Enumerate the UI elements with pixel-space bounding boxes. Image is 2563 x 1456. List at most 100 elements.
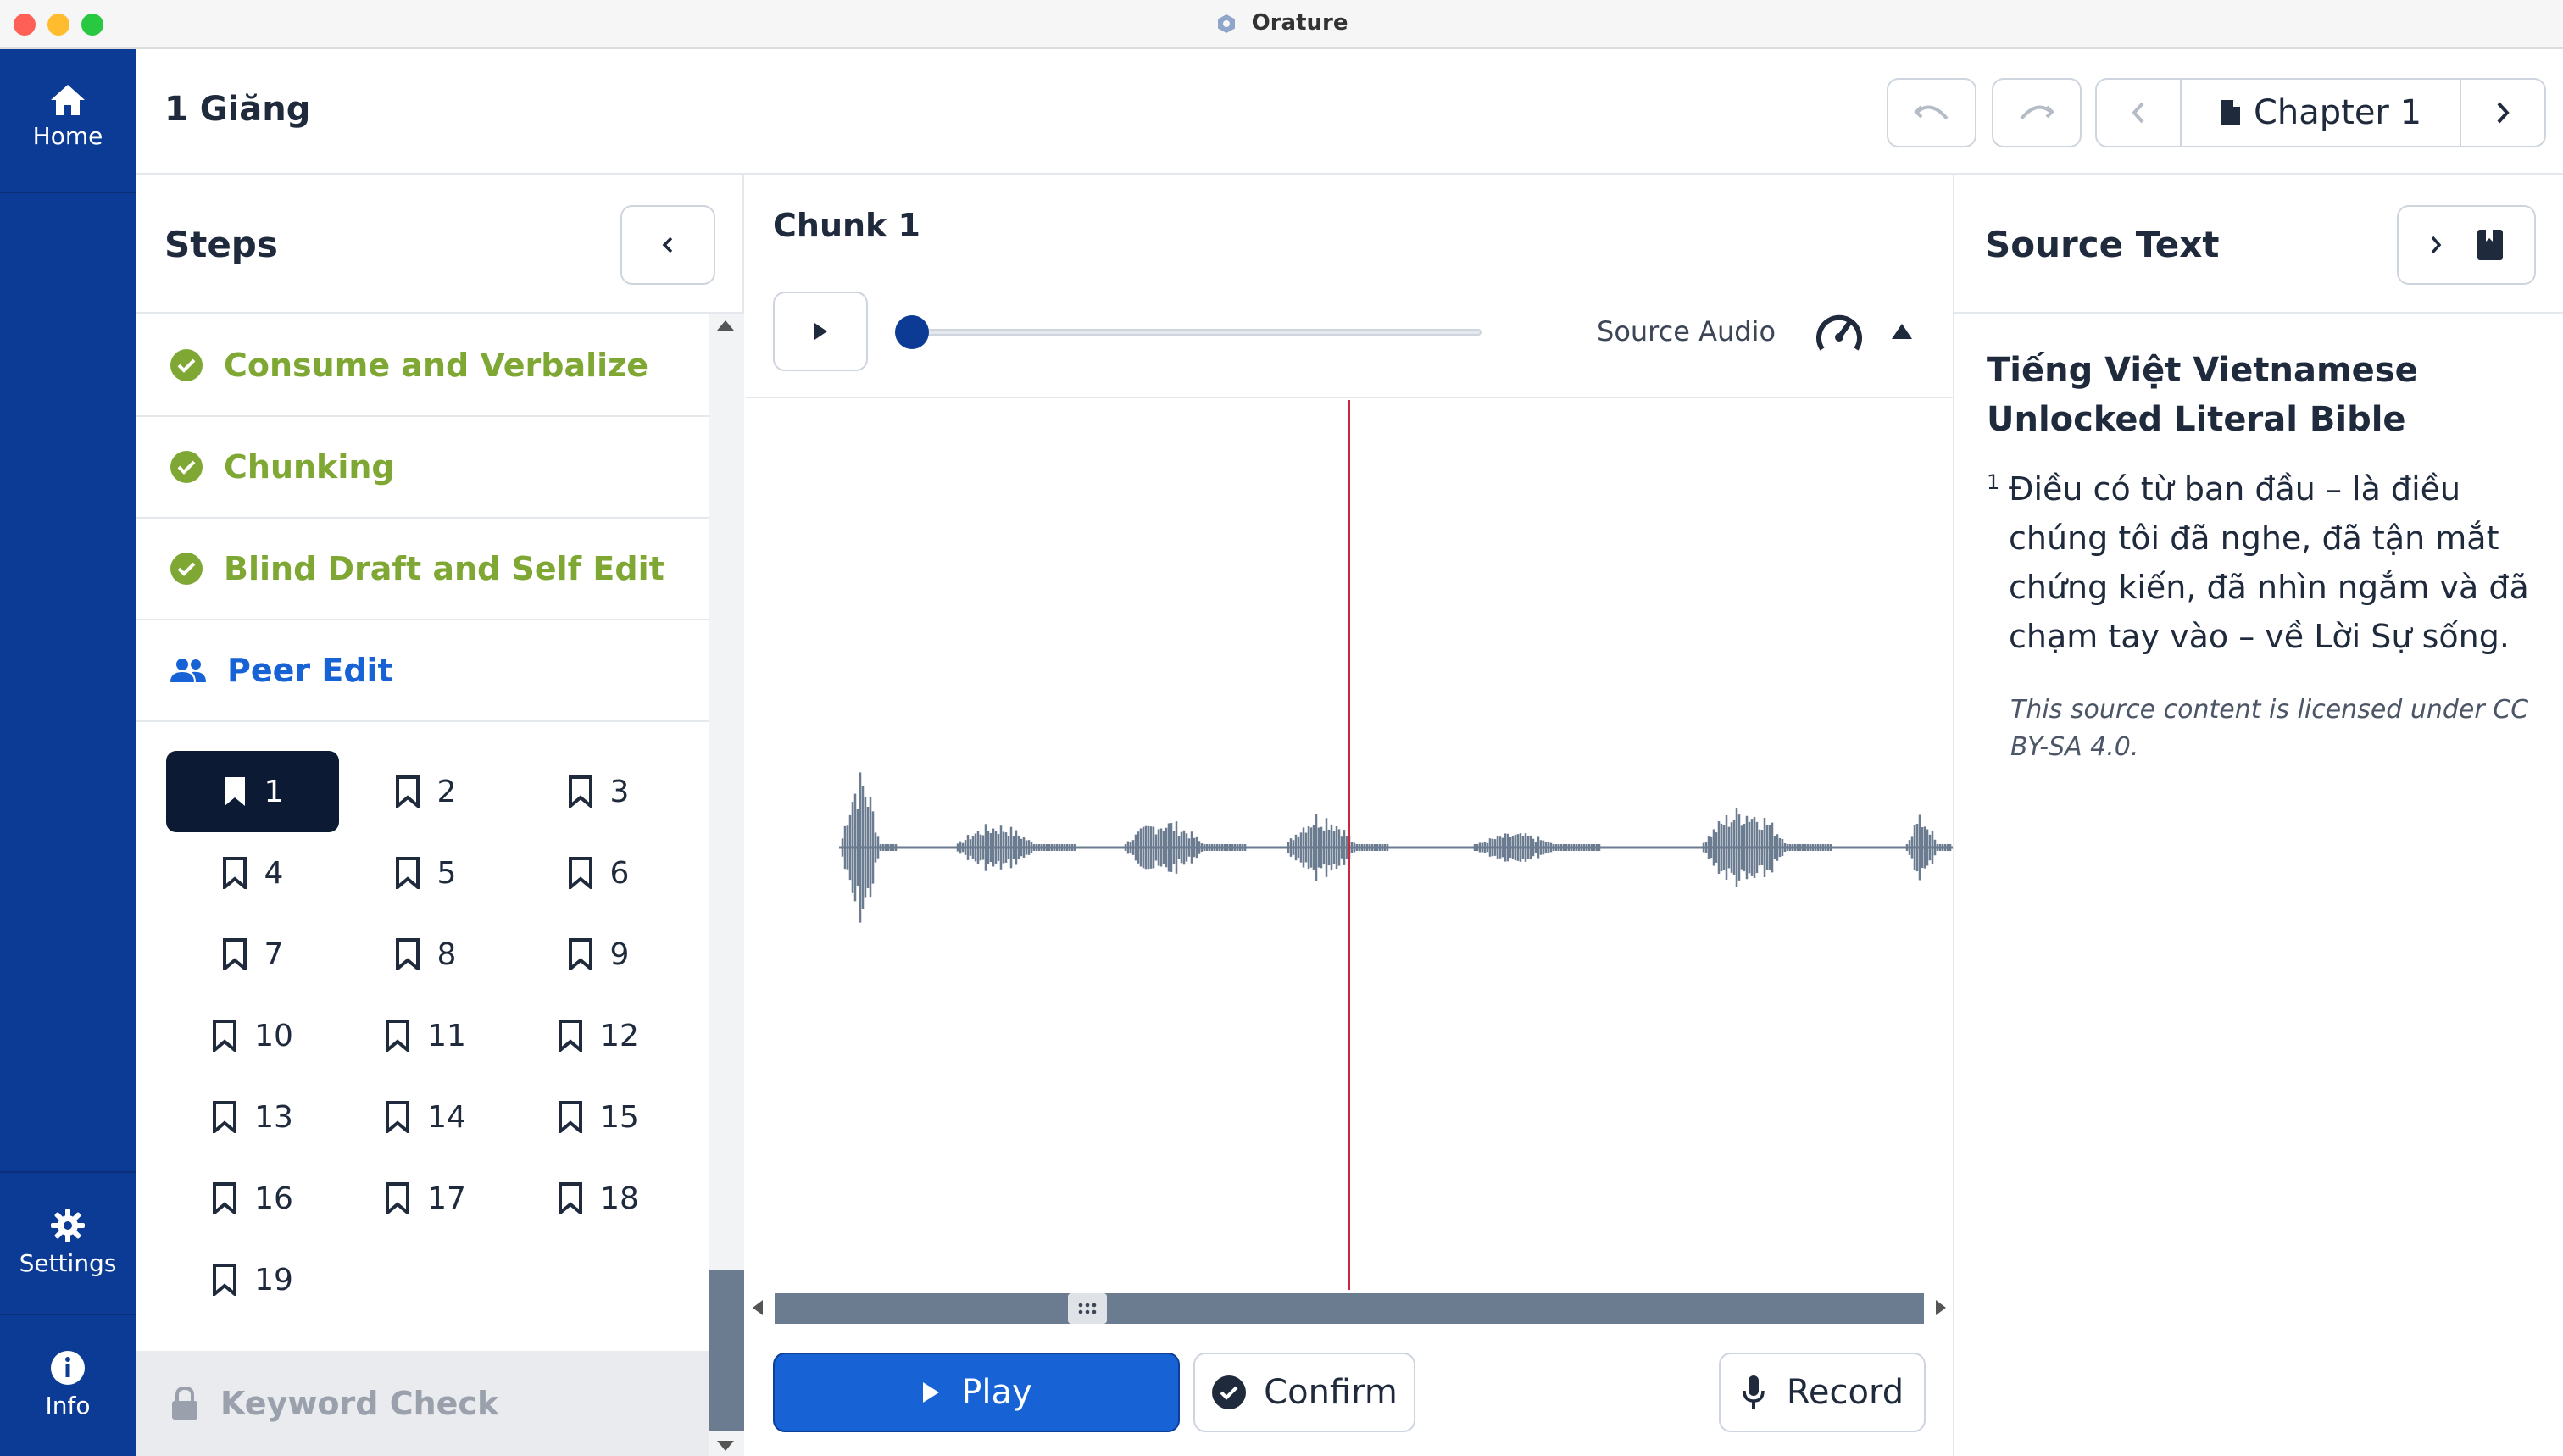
- bookmark-icon: [395, 857, 420, 889]
- expand-player-toggle[interactable]: [1892, 324, 1912, 339]
- nav-info[interactable]: Info: [0, 1315, 136, 1456]
- chunk-7-button[interactable]: 7: [166, 914, 339, 995]
- chunk-2-button[interactable]: 2: [339, 751, 512, 832]
- chapter-navigator: Chapter 1: [2095, 78, 2546, 147]
- chunk-number: 9: [609, 936, 630, 972]
- playback-speed-icon[interactable]: [1814, 308, 1865, 356]
- chunk-editor-panel: Chunk 1 Source Audio Play Confirm Record: [746, 175, 1953, 1456]
- step-label: Consume and Verbalize: [224, 347, 649, 384]
- chunk-number: 19: [254, 1262, 293, 1298]
- check-circle-icon: [170, 451, 203, 483]
- source-text-header: Source Text: [1954, 175, 2563, 314]
- chunk-18-button[interactable]: 18: [512, 1158, 685, 1239]
- bookmark-icon: [395, 938, 420, 970]
- chunk-3-button[interactable]: 3: [512, 751, 685, 832]
- check-circle-icon: [170, 553, 203, 585]
- chunk-5-button[interactable]: 5: [339, 832, 512, 914]
- chunk-13-button[interactable]: 13: [166, 1076, 339, 1158]
- step-label: Peer Edit: [227, 652, 393, 689]
- steps-title: Steps: [164, 224, 278, 265]
- grip-icon: [1078, 1303, 1097, 1314]
- microphone-icon: [1743, 1375, 1765, 1409]
- undo-button[interactable]: [1887, 78, 1976, 147]
- nav-settings[interactable]: Settings: [0, 1171, 136, 1315]
- previous-chapter-button[interactable]: [2097, 80, 2182, 146]
- chunk-14-button[interactable]: 14: [339, 1076, 512, 1158]
- chunk-6-button[interactable]: 6: [512, 832, 685, 914]
- chunk-16-button[interactable]: 16: [166, 1158, 339, 1239]
- chunk-8-button[interactable]: 8: [339, 914, 512, 995]
- confirm-button[interactable]: Confirm: [1193, 1353, 1415, 1432]
- scroll-up-arrow[interactable]: [717, 320, 734, 331]
- chevron-left-icon: [2132, 102, 2144, 124]
- chunk-4-button[interactable]: 4: [166, 832, 339, 914]
- bookmark-icon: [213, 1101, 237, 1133]
- bookmark-icon: [213, 1020, 237, 1052]
- bookmark-icon: [568, 857, 592, 889]
- scroll-down-arrow[interactable]: [717, 1441, 734, 1451]
- verse-text-block: 1 Điều có từ ban đầu – là điều chúng tôi…: [1987, 464, 2538, 661]
- chunk-number: 4: [264, 855, 284, 891]
- bookmark-icon: [386, 1020, 410, 1052]
- book-title: 1 Giăng: [164, 90, 311, 129]
- waveform-scroll-thumb[interactable]: [1068, 1293, 1107, 1324]
- bookmark-icon: [213, 1182, 237, 1214]
- chunk-19-button[interactable]: 19: [166, 1239, 339, 1320]
- bookmark-icon: [386, 1182, 410, 1214]
- chunk-1-button[interactable]: 1: [166, 751, 339, 832]
- chunk-number: 2: [436, 774, 457, 809]
- side-navigation: Home Settings Info: [0, 49, 136, 1456]
- scroll-thumb[interactable]: [709, 1270, 744, 1431]
- source-play-button[interactable]: [773, 292, 868, 371]
- redo-button[interactable]: [1992, 78, 2082, 147]
- chevron-left-icon: [662, 236, 673, 253]
- chunk-11-button[interactable]: 11: [339, 995, 512, 1076]
- scroll-right-arrow[interactable]: [1936, 1300, 1946, 1315]
- header: 1 Giăng Chapter 1: [136, 49, 2563, 175]
- source-text-title: Source Text: [1985, 224, 2220, 265]
- info-icon: [51, 1351, 85, 1385]
- collapse-steps-button[interactable]: [620, 205, 715, 285]
- step-blind-draft[interactable]: Blind Draft and Self Edit: [136, 519, 709, 620]
- chunk-15-button[interactable]: 15: [512, 1076, 685, 1158]
- audio-waveform[interactable]: [746, 400, 1953, 1293]
- waveform-scroll-track[interactable]: [775, 1293, 1924, 1324]
- source-audio-slider[interactable]: [895, 329, 1482, 336]
- nav-home[interactable]: Home: [0, 49, 136, 193]
- bookmark-icon: [224, 777, 245, 806]
- record-button[interactable]: Record: [1719, 1353, 1926, 1432]
- play-button[interactable]: Play: [773, 1353, 1180, 1432]
- source-text-toggle-button[interactable]: [2397, 205, 2536, 285]
- steps-scrollbar[interactable]: [709, 314, 744, 1456]
- play-icon: [923, 1382, 940, 1403]
- chunk-number: 3: [609, 774, 630, 809]
- chunk-9-button[interactable]: 9: [512, 914, 685, 995]
- check-circle-icon: [1212, 1375, 1247, 1409]
- chunk-17-button[interactable]: 17: [339, 1158, 512, 1239]
- bookmark-icon: [395, 775, 420, 808]
- home-icon: [51, 85, 85, 115]
- chunk-number: 11: [427, 1018, 466, 1053]
- gear-icon: [51, 1209, 85, 1242]
- window-title-text: Orature: [1251, 10, 1348, 36]
- confirm-label: Confirm: [1264, 1373, 1398, 1412]
- source-audio-slider-thumb[interactable]: [895, 315, 929, 349]
- step-label: Chunking: [224, 448, 395, 486]
- step-chunking[interactable]: Chunking: [136, 417, 709, 519]
- next-chapter-button[interactable]: [2460, 80, 2544, 146]
- bookmark-icon: [559, 1101, 583, 1133]
- chunk-12-button[interactable]: 12: [512, 995, 685, 1076]
- step-peer-edit[interactable]: Peer Edit: [136, 620, 709, 722]
- chapter-label: Chapter 1: [2253, 93, 2422, 132]
- waveform-scrollbar[interactable]: [746, 1290, 1953, 1325]
- step-consume-and-verbalize[interactable]: Consume and Verbalize: [136, 315, 709, 417]
- bookmark-icon: [386, 1101, 410, 1133]
- chunk-10-button[interactable]: 10: [166, 995, 339, 1076]
- scroll-left-arrow[interactable]: [753, 1300, 763, 1315]
- chunk-number: 15: [600, 1099, 639, 1135]
- chapter-selector[interactable]: Chapter 1: [2182, 80, 2460, 146]
- steps-header: Steps: [136, 175, 744, 314]
- redo-icon: [2020, 105, 2054, 120]
- bookmark-icon: [568, 775, 592, 808]
- step-label: Blind Draft and Self Edit: [224, 550, 664, 587]
